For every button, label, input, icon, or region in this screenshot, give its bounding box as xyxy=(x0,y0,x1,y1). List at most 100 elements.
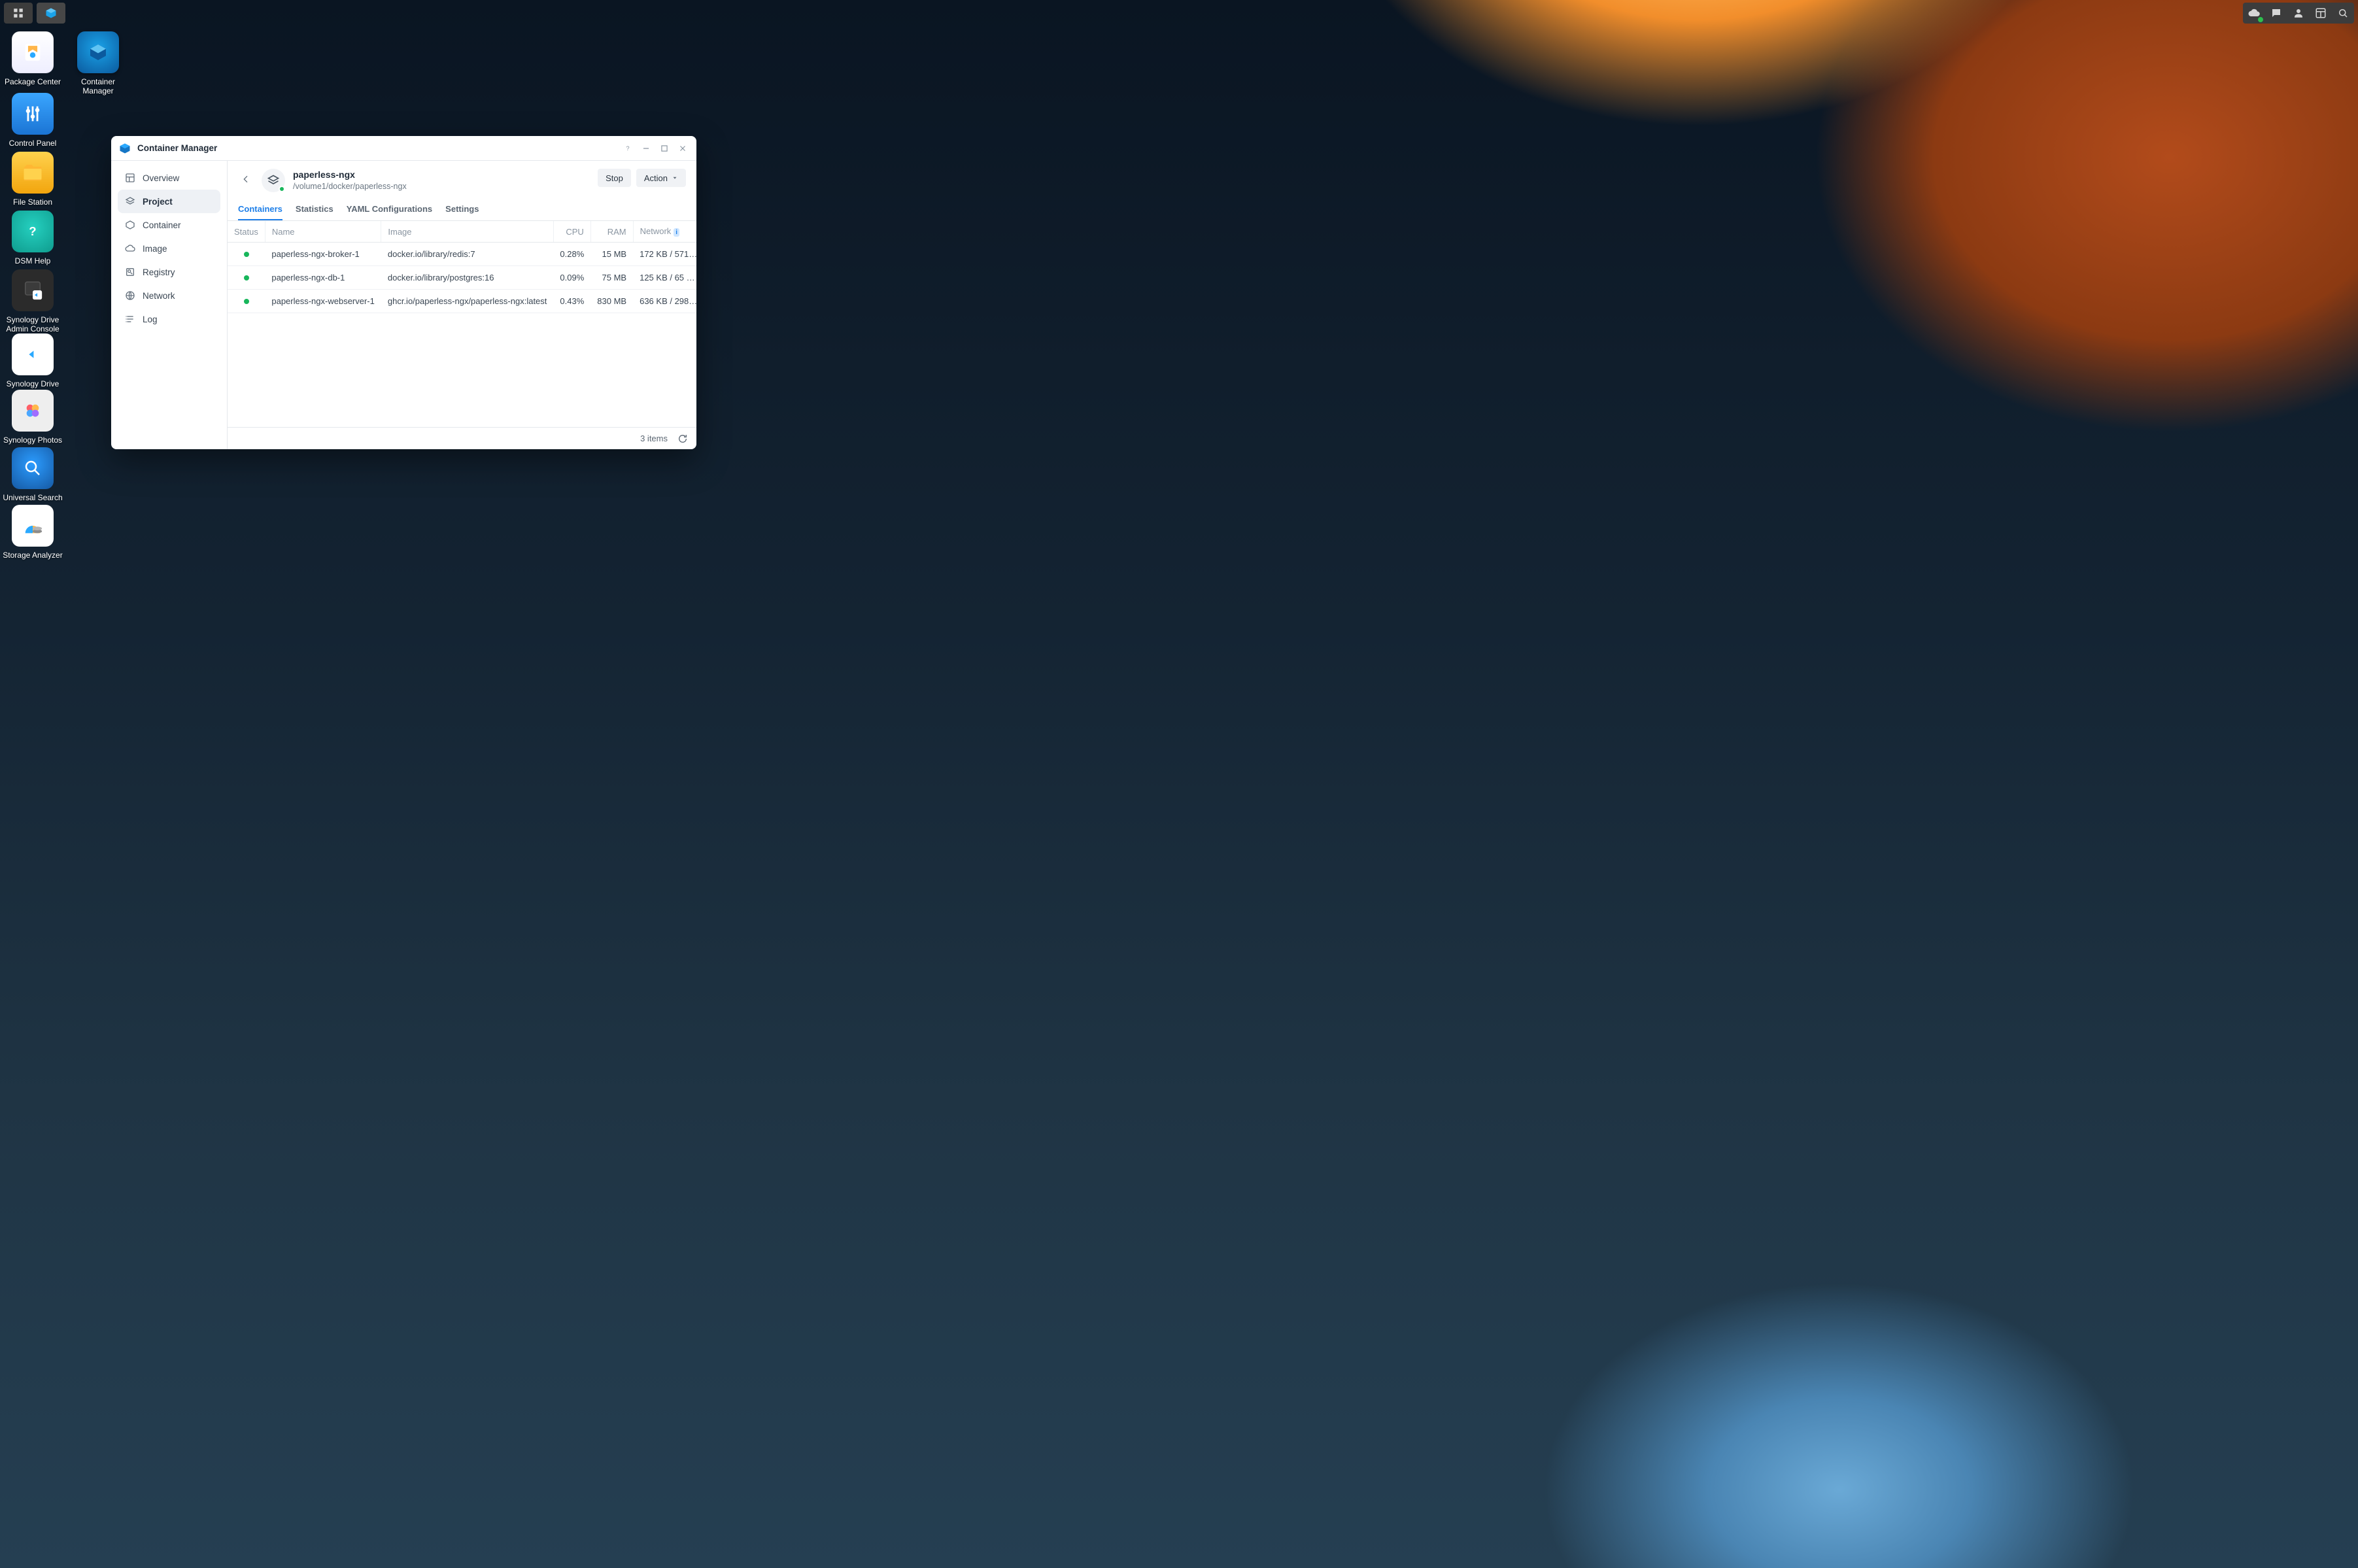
cell-cpu: 0.43% xyxy=(553,290,590,313)
desktop-icon-label: Package Center xyxy=(0,77,65,86)
layers-icon xyxy=(267,174,280,187)
desktop-icon-control-panel[interactable]: Control Panel xyxy=(0,93,65,148)
sidebar-item-image[interactable]: Image xyxy=(118,237,220,260)
person-icon xyxy=(2293,7,2304,19)
caret-down-icon xyxy=(672,175,678,181)
cell-ram: 75 MB xyxy=(590,266,633,290)
system-tray xyxy=(2243,3,2354,24)
status-ok-dot xyxy=(2257,16,2264,23)
tray-user[interactable] xyxy=(2290,5,2307,22)
sidebar-item-label: Network xyxy=(143,291,175,301)
sidebar-item-project[interactable]: Project xyxy=(118,190,220,213)
refresh-button[interactable] xyxy=(677,433,689,445)
window-maximize-button[interactable] xyxy=(657,141,672,156)
app-icon xyxy=(119,143,131,154)
desktop-icon-synology-drive[interactable]: Synology Drive xyxy=(0,333,65,388)
container-manager-desktop-icon xyxy=(77,31,119,73)
close-icon xyxy=(678,144,687,153)
sidebar-item-log[interactable]: Log xyxy=(118,307,220,331)
cell-cpu: 0.28% xyxy=(553,243,590,266)
help-icon: ? xyxy=(623,144,632,153)
sidebar-item-label: Container xyxy=(143,220,181,230)
sidebar-item-registry[interactable]: Registry xyxy=(118,260,220,284)
desktop-icon-drive-admin-console[interactable]: Synology Drive Admin Console xyxy=(0,269,65,334)
col-image[interactable]: Image xyxy=(381,221,554,243)
col-network-label: Network xyxy=(640,226,672,236)
tray-search[interactable] xyxy=(2334,5,2351,22)
table-row[interactable]: paperless-ngx-broker-1docker.io/library/… xyxy=(228,243,696,266)
cell-ram: 15 MB xyxy=(590,243,633,266)
dsm-help-icon: ? xyxy=(12,211,54,252)
window-help-button[interactable]: ? xyxy=(621,141,635,156)
action-button-label: Action xyxy=(644,173,668,183)
sidebar-item-network[interactable]: Network xyxy=(118,284,220,307)
tab-settings[interactable]: Settings xyxy=(445,200,479,220)
sidebar-item-label: Image xyxy=(143,244,167,254)
cell-name: paperless-ngx-db-1 xyxy=(265,266,381,290)
back-button[interactable] xyxy=(238,171,254,187)
stop-button[interactable]: Stop xyxy=(598,169,631,187)
sidebar-item-container[interactable]: Container xyxy=(118,213,220,237)
file-station-icon xyxy=(12,152,54,194)
search-icon xyxy=(2337,7,2349,19)
tab-yaml-configurations[interactable]: YAML Configurations xyxy=(347,200,432,220)
desktop-icon-container-manager[interactable]: Container Manager xyxy=(65,31,131,96)
containers-table[interactable]: Status Name Image CPU RAM Networki ⋮ pap… xyxy=(228,221,696,427)
overview-icon xyxy=(124,172,136,184)
action-dropdown[interactable]: Action xyxy=(636,169,686,187)
col-cpu[interactable]: CPU xyxy=(553,221,590,243)
refresh-icon xyxy=(677,434,688,444)
desktop-icon-label: File Station xyxy=(0,197,65,207)
log-icon xyxy=(124,313,136,325)
col-ram[interactable]: RAM xyxy=(590,221,633,243)
svg-text:?: ? xyxy=(626,145,629,151)
maximize-icon xyxy=(660,144,669,153)
desktop-icon-package-center[interactable]: Package Center xyxy=(0,31,65,86)
tray-upload-status[interactable] xyxy=(2246,5,2263,22)
col-status[interactable]: Status xyxy=(228,221,265,243)
window-close-button[interactable] xyxy=(675,141,690,156)
storage-analyzer-icon xyxy=(12,505,54,547)
taskbar-app-container-manager[interactable] xyxy=(37,3,65,24)
desktop-icon-universal-search[interactable]: Universal Search xyxy=(0,447,65,502)
desktop-icon-storage-analyzer[interactable]: Storage Analyzer xyxy=(0,505,65,560)
window-minimize-button[interactable] xyxy=(639,141,653,156)
tray-widgets[interactable] xyxy=(2312,5,2329,22)
info-badge-icon[interactable]: i xyxy=(674,228,679,237)
items-count: 3 items xyxy=(640,434,668,443)
tab-statistics[interactable]: Statistics xyxy=(296,200,333,220)
window-titlebar[interactable]: Container Manager ? xyxy=(111,136,696,161)
project-title: paperless-ngx xyxy=(293,169,407,182)
table-footer: 3 items xyxy=(228,427,696,449)
status-running-dot xyxy=(244,252,249,257)
status-running-dot xyxy=(279,186,285,192)
drive-admin-console-icon xyxy=(12,269,54,311)
cell-status xyxy=(228,266,265,290)
cell-image: docker.io/library/postgres:16 xyxy=(381,266,554,290)
desktop-icon-file-station[interactable]: File Station xyxy=(0,152,65,207)
image-icon xyxy=(124,243,136,254)
sidebar-item-overview[interactable]: Overview xyxy=(118,166,220,190)
table-row[interactable]: paperless-ngx-db-1docker.io/library/post… xyxy=(228,266,696,290)
cell-name: paperless-ngx-broker-1 xyxy=(265,243,381,266)
col-name[interactable]: Name xyxy=(265,221,381,243)
cell-image: ghcr.io/paperless-ngx/paperless-ngx:late… xyxy=(381,290,554,313)
project-tabs: Containers Statistics YAML Configuration… xyxy=(228,195,696,221)
tab-containers[interactable]: Containers xyxy=(238,200,282,220)
status-running-dot xyxy=(244,275,249,281)
desktop-icon-label: Container Manager xyxy=(65,77,131,96)
desktop-icon-dsm-help[interactable]: ? DSM Help xyxy=(0,211,65,265)
sidebar-item-label: Overview xyxy=(143,173,179,183)
project-path: /volume1/docker/paperless-ngx xyxy=(293,182,407,191)
desktop-icon-synology-photos[interactable]: Synology Photos xyxy=(0,390,65,445)
col-network[interactable]: Networki xyxy=(633,221,696,243)
taskbar-main-menu[interactable] xyxy=(4,3,33,24)
desktop-icon-label: Storage Analyzer xyxy=(0,551,65,560)
container-manager-window: Container Manager ? Overview Project Con… xyxy=(111,136,696,449)
desktop-icon-label: Synology Drive Admin Console xyxy=(0,315,65,334)
table-row[interactable]: paperless-ngx-webserver-1ghcr.io/paperle… xyxy=(228,290,696,313)
registry-icon xyxy=(124,266,136,278)
desktop-icon-label: Synology Drive xyxy=(0,379,65,388)
tray-notifications[interactable] xyxy=(2268,5,2285,22)
sidebar-item-label: Project xyxy=(143,197,173,207)
